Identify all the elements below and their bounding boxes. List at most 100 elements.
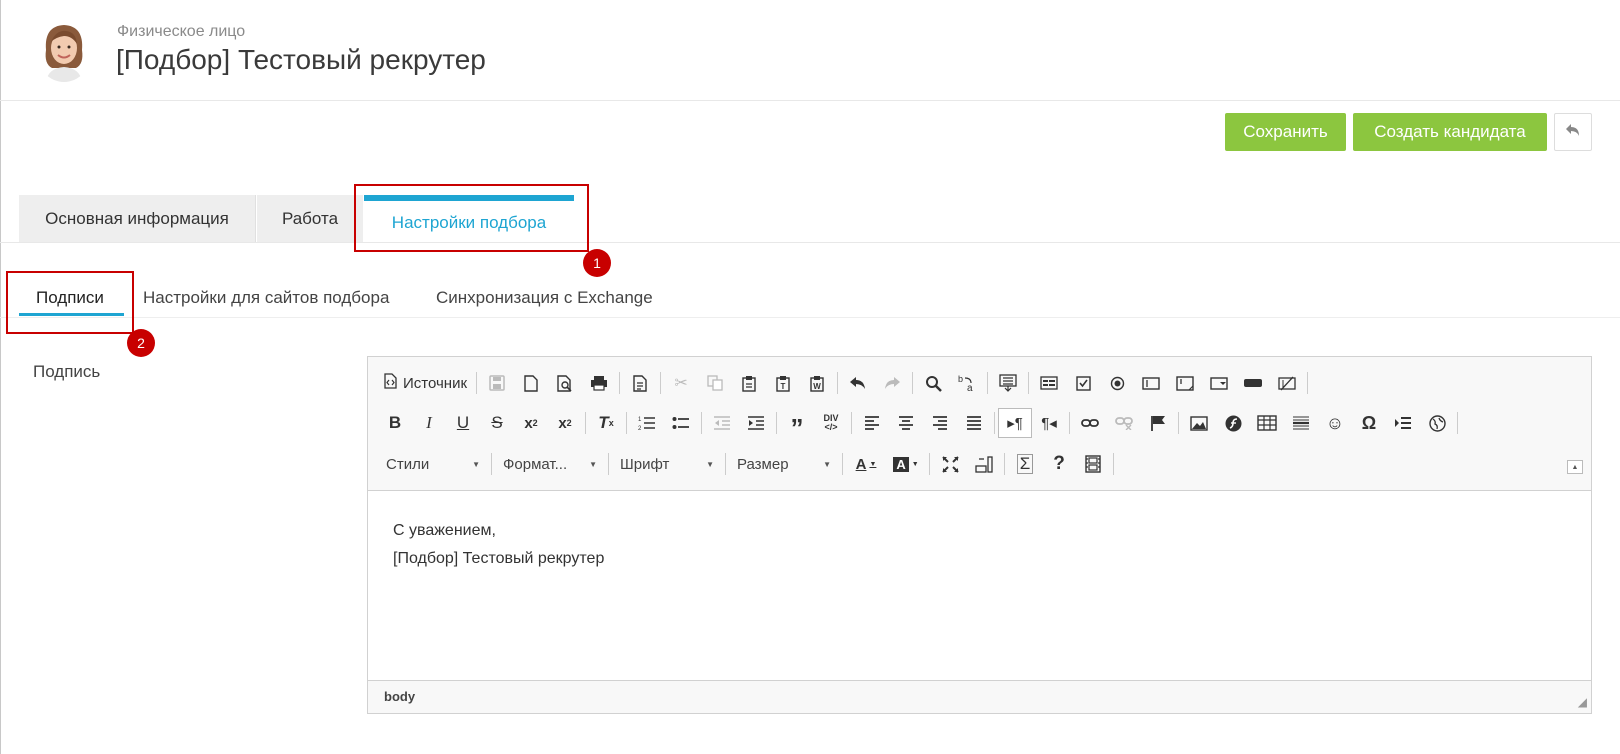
align-right-icon[interactable] <box>923 408 957 438</box>
find-icon[interactable] <box>916 368 950 398</box>
horizontal-rule-icon[interactable] <box>1284 408 1318 438</box>
chevron-down-icon: ▼ <box>706 459 714 469</box>
align-center-icon[interactable] <box>889 408 923 438</box>
tab-main-info[interactable]: Основная информация <box>19 195 256 242</box>
text-direction-rtl-icon[interactable]: ¶◂ <box>1032 408 1066 438</box>
table-icon[interactable] <box>1250 408 1284 438</box>
page-title: [Подбор] Тестовый рекрутер <box>116 44 486 75</box>
show-blocks-icon[interactable] <box>967 449 1001 479</box>
format-dropdown[interactable]: Формат... ▼ <box>495 450 605 478</box>
header-divider <box>0 100 1620 101</box>
toolbar-separator <box>491 453 492 475</box>
font-dropdown[interactable]: Шрифт ▼ <box>612 450 722 478</box>
radio-icon[interactable] <box>1100 368 1134 398</box>
templates-icon[interactable] <box>623 368 657 398</box>
anchor-flag-icon[interactable] <box>1141 408 1175 438</box>
text-color-icon[interactable]: A ▼ <box>846 449 886 479</box>
toolbar-separator <box>987 372 989 394</box>
undo-arrow-icon <box>1565 123 1581 142</box>
indent-icon[interactable] <box>739 408 773 438</box>
iframe-globe-icon[interactable] <box>1420 408 1454 438</box>
element-path[interactable]: body <box>384 689 415 704</box>
toolbar-separator <box>1113 453 1114 475</box>
content-line-1: С уважением, <box>393 522 496 539</box>
blockquote-icon[interactable]: ” <box>780 408 814 443</box>
preview-icon[interactable] <box>548 368 582 398</box>
save-doc-icon[interactable] <box>480 368 514 398</box>
toolbar-separator <box>929 453 930 475</box>
button-field-icon[interactable] <box>1236 368 1270 398</box>
toolbar-separator <box>994 412 995 434</box>
superscript-icon[interactable]: x2 <box>548 408 582 438</box>
paste-icon[interactable] <box>732 368 766 398</box>
bulleted-list-icon[interactable] <box>664 408 698 438</box>
maximize-icon[interactable] <box>933 449 967 479</box>
styles-dropdown-label: Стили <box>386 455 430 473</box>
strikethrough-icon[interactable]: S <box>480 408 514 438</box>
svg-text:2: 2 <box>638 426 642 431</box>
toolbar-separator <box>1307 372 1309 394</box>
align-justify-icon[interactable] <box>957 408 991 438</box>
hidden-field-icon[interactable] <box>1270 368 1304 398</box>
align-left-icon[interactable] <box>855 408 889 438</box>
checkbox-icon[interactable] <box>1066 368 1100 398</box>
select-field-icon[interactable] <box>1202 368 1236 398</box>
bold-icon[interactable]: B <box>378 408 412 438</box>
remove-format-icon[interactable]: Tx <box>589 408 623 438</box>
outdent-icon[interactable] <box>705 408 739 438</box>
italic-icon[interactable]: I <box>412 408 446 438</box>
subtab-exchange-sync[interactable]: Синхронизация с Exchange <box>436 288 653 308</box>
smiley-icon[interactable]: ☺ <box>1318 408 1352 438</box>
create-candidate-button[interactable]: Создать кандидата <box>1353 113 1547 151</box>
unlink-icon[interactable] <box>1107 408 1141 438</box>
tab-work[interactable]: Работа <box>257 195 363 242</box>
subtab-recruiting-sites[interactable]: Настройки для сайтов подбора <box>143 288 389 308</box>
toolbar-row-3: Стили ▼ Формат... ▼ Шрифт ▼ Размер ▼ A ▼ … <box>378 448 1117 480</box>
image-icon[interactable] <box>1182 408 1216 438</box>
replace-icon[interactable]: ba <box>950 368 984 398</box>
text-direction-ltr-icon[interactable]: ▸¶ <box>998 408 1032 438</box>
subscript-icon[interactable]: x2 <box>514 408 548 438</box>
source-button[interactable]: Источник <box>378 368 473 398</box>
print-icon[interactable] <box>582 368 616 398</box>
paste-word-icon[interactable]: W <box>800 368 834 398</box>
undo-icon[interactable] <box>841 368 875 398</box>
source-icon <box>384 373 397 393</box>
special-char-icon[interactable]: Ω <box>1352 408 1386 438</box>
select-all-icon[interactable] <box>991 368 1025 398</box>
toolbar-separator <box>626 412 627 434</box>
redo-icon[interactable] <box>875 368 909 398</box>
underline-icon[interactable]: U <box>446 408 480 438</box>
cut-icon[interactable]: ✂ <box>664 368 698 398</box>
back-button[interactable] <box>1554 113 1592 151</box>
sigma-formula-icon[interactable]: Σ <box>1008 449 1042 479</box>
copy-icon[interactable] <box>698 368 732 398</box>
page-break-icon[interactable] <box>1386 408 1420 438</box>
resize-handle-icon[interactable]: ◢ <box>1578 695 1587 709</box>
video-film-icon[interactable] <box>1076 449 1110 479</box>
numbered-list-icon[interactable]: 12 <box>630 408 664 438</box>
background-color-icon[interactable]: A ▼ <box>886 449 926 479</box>
annotation-badge-1: 1 <box>583 249 611 277</box>
paste-text-icon[interactable]: T <box>766 368 800 398</box>
toolbar-separator <box>660 372 662 394</box>
chevron-down-icon: ▼ <box>823 459 831 469</box>
save-button[interactable]: Сохранить <box>1225 113 1346 151</box>
toolbar-separator <box>1457 412 1458 434</box>
size-dropdown[interactable]: Размер ▼ <box>729 450 839 478</box>
help-icon[interactable]: ? <box>1042 449 1076 479</box>
styles-dropdown[interactable]: Стили ▼ <box>378 450 488 478</box>
new-page-icon[interactable] <box>514 368 548 398</box>
toolbar-separator <box>837 372 839 394</box>
subtabs-divider <box>0 317 1620 318</box>
flash-icon[interactable] <box>1216 408 1250 438</box>
textarea-icon[interactable] <box>1168 368 1202 398</box>
div-container-icon[interactable]: DIV </> <box>814 408 848 438</box>
editor-content-area[interactable]: С уважением, [Подбор] Тестовый рекрутер <box>368 490 1591 681</box>
textfield-icon[interactable] <box>1134 368 1168 398</box>
content-line-2: [Подбор] Тестовый рекрутер <box>393 550 605 567</box>
link-icon[interactable] <box>1073 408 1107 438</box>
collapse-toolbar-button[interactable]: ▲ <box>1567 460 1583 474</box>
avatar <box>36 20 92 82</box>
form-icon[interactable] <box>1032 368 1066 398</box>
